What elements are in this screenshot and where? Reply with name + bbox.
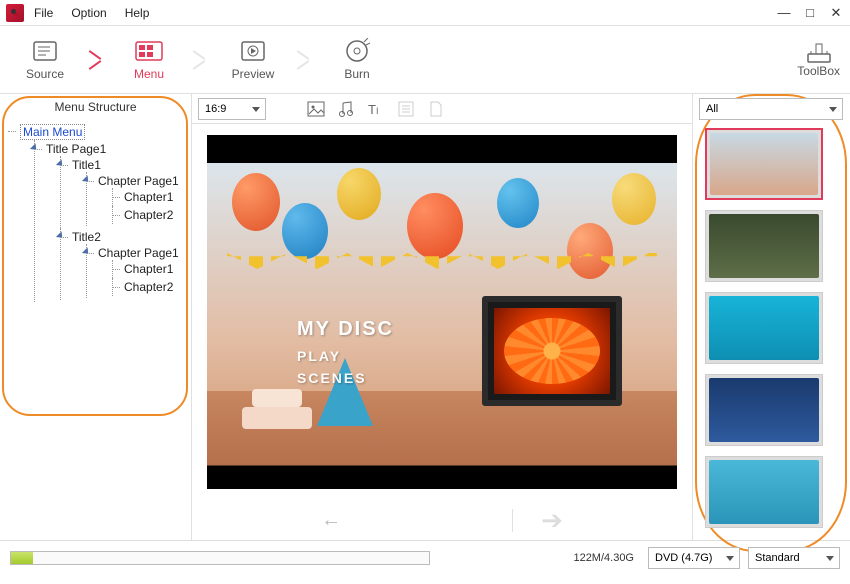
template-thumb[interactable] bbox=[705, 374, 823, 446]
close-button[interactable]: ✕ bbox=[828, 5, 844, 21]
menu-play-text[interactable]: PLAY bbox=[297, 345, 394, 367]
tab-source[interactable]: Source bbox=[10, 39, 80, 81]
status-bar: 122M/4.30G DVD (4.7G) Standard bbox=[0, 540, 850, 574]
tree-chapter-page1-b[interactable]: Chapter Page1 Chapter1 Chapter2 bbox=[86, 244, 183, 298]
tree-title-page1[interactable]: Title Page1 Title1 Chapter Page1 Chapter… bbox=[34, 140, 183, 302]
tab-source-label: Source bbox=[26, 67, 64, 81]
balloon-decoration bbox=[282, 203, 328, 259]
menubar: File Option Help bbox=[34, 6, 149, 20]
chevron-icon bbox=[192, 40, 210, 80]
menu-file[interactable]: File bbox=[34, 6, 53, 20]
tab-preview[interactable]: Preview bbox=[218, 39, 288, 81]
minimize-button[interactable]: — bbox=[776, 5, 792, 21]
preview-toolbar: 16:9 TI bbox=[192, 94, 692, 124]
svg-text:I: I bbox=[376, 106, 379, 116]
app-icon bbox=[6, 4, 24, 22]
template-thumb[interactable] bbox=[705, 292, 823, 364]
preview-icon bbox=[239, 39, 267, 63]
template-filter-select[interactable]: All bbox=[699, 98, 843, 120]
source-icon bbox=[31, 39, 59, 63]
menu-title-text[interactable]: MY DISC bbox=[297, 313, 394, 345]
menu-option[interactable]: Option bbox=[71, 6, 106, 20]
balloon-decoration bbox=[567, 223, 613, 279]
menu-scenes-text[interactable]: SCENES bbox=[297, 367, 394, 389]
burn-icon bbox=[343, 39, 371, 63]
tree-title1[interactable]: Title1 Chapter Page1 Chapter1 Chapter2 bbox=[60, 156, 183, 228]
tree-chapter2[interactable]: Chapter2 bbox=[112, 206, 183, 224]
balloon-decoration bbox=[497, 178, 539, 228]
prev-page-button[interactable]: ← bbox=[321, 509, 513, 532]
add-chapter-button[interactable] bbox=[396, 99, 416, 119]
add-music-button[interactable] bbox=[336, 99, 356, 119]
toolbox-icon bbox=[805, 42, 833, 64]
quality-select[interactable]: Standard bbox=[748, 547, 840, 569]
preview-stage: MY DISC PLAY SCENES bbox=[192, 124, 692, 500]
menu-structure-panel: Menu Structure Main Menu Title Page1 Tit… bbox=[0, 94, 192, 540]
preview-canvas[interactable]: MY DISC PLAY SCENES bbox=[207, 135, 677, 489]
menu-text-block[interactable]: MY DISC PLAY SCENES bbox=[297, 313, 394, 390]
balloon-decoration bbox=[612, 173, 656, 225]
balloon-decoration bbox=[337, 168, 381, 220]
tab-burn-label: Burn bbox=[344, 67, 369, 81]
toolbox-button[interactable]: ToolBox bbox=[797, 42, 840, 78]
menu-icon bbox=[135, 39, 163, 63]
add-file-button[interactable] bbox=[426, 99, 446, 119]
template-thumb[interactable] bbox=[705, 210, 823, 282]
tab-preview-label: Preview bbox=[232, 67, 275, 81]
chevron-icon bbox=[296, 40, 314, 80]
menu-help[interactable]: Help bbox=[125, 6, 150, 20]
menu-tree[interactable]: Main Menu Title Page1 Title1 Chapter Pag… bbox=[0, 120, 191, 306]
tree-main-menu[interactable]: Main Menu Title Page1 Title1 Chapter Pag… bbox=[8, 122, 183, 304]
svg-text:T: T bbox=[368, 102, 376, 117]
disc-usage-fill bbox=[11, 552, 33, 564]
template-panel: All bbox=[692, 94, 850, 540]
next-page-button[interactable]: ➔ bbox=[541, 505, 563, 536]
tree-chapter2-b[interactable]: Chapter2 bbox=[112, 278, 183, 296]
disc-type-select[interactable]: DVD (4.7G) bbox=[648, 547, 740, 569]
thumbnail-frame[interactable] bbox=[482, 296, 622, 406]
main-area: Menu Structure Main Menu Title Page1 Tit… bbox=[0, 94, 850, 540]
preview-panel: 16:9 TI bbox=[192, 94, 692, 540]
tree-chapter1-b[interactable]: Chapter1 bbox=[112, 260, 183, 278]
step-tabs: Source Menu Preview Burn ToolBox bbox=[0, 26, 850, 94]
page-nav: ← ➔ bbox=[192, 500, 692, 540]
titlebar: File Option Help — □ ✕ bbox=[0, 0, 850, 26]
disc-usage-bar bbox=[10, 551, 430, 565]
maximize-button[interactable]: □ bbox=[802, 5, 818, 21]
add-text-button[interactable]: TI bbox=[366, 99, 386, 119]
tab-menu[interactable]: Menu bbox=[114, 39, 184, 81]
template-thumb[interactable] bbox=[705, 456, 823, 528]
template-list[interactable] bbox=[693, 124, 850, 540]
balloon-decoration bbox=[232, 173, 280, 231]
menu-structure-header: Menu Structure bbox=[0, 94, 191, 120]
template-thumb[interactable] bbox=[705, 128, 823, 200]
disc-usage-label: 122M/4.30G bbox=[573, 552, 634, 564]
window-controls: — □ ✕ bbox=[776, 5, 844, 21]
balloon-decoration bbox=[407, 193, 463, 259]
chevron-icon bbox=[88, 40, 106, 80]
toolbox-label: ToolBox bbox=[797, 64, 840, 78]
tree-title2[interactable]: Title2 Chapter Page1 Chapter1 Chapter2 bbox=[60, 228, 183, 300]
tab-burn[interactable]: Burn bbox=[322, 39, 392, 81]
tree-chapter-page1[interactable]: Chapter Page1 Chapter1 Chapter2 bbox=[86, 172, 183, 226]
tab-menu-label: Menu bbox=[134, 67, 164, 81]
add-image-button[interactable] bbox=[306, 99, 326, 119]
tree-chapter1[interactable]: Chapter1 bbox=[112, 188, 183, 206]
aspect-ratio-select[interactable]: 16:9 bbox=[198, 98, 266, 120]
